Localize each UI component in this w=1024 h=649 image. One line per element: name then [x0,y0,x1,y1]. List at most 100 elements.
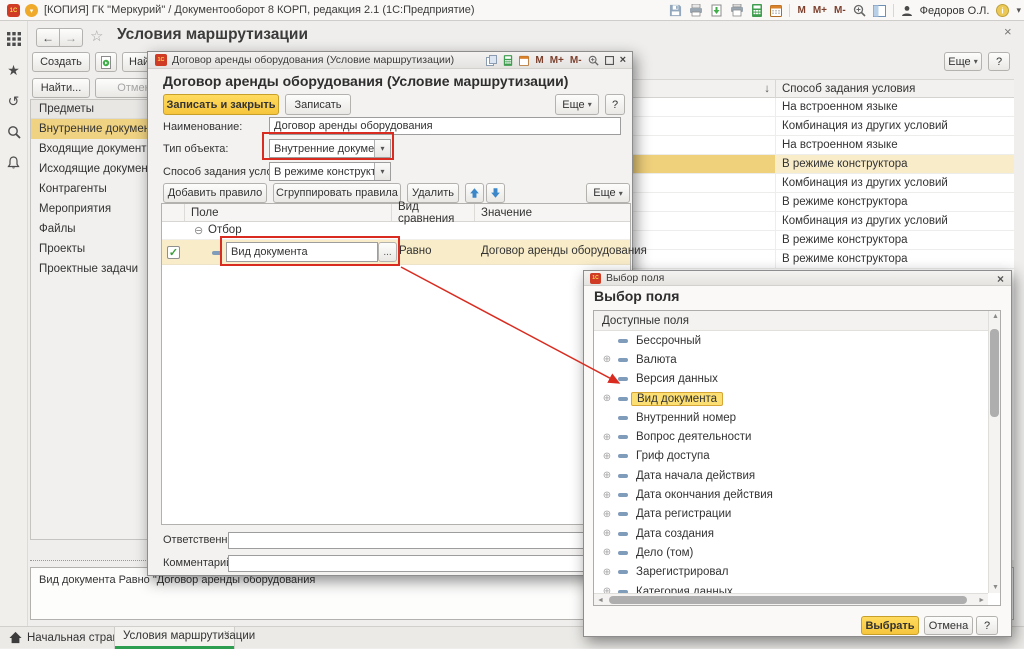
object-type-combo[interactable]: Внутренние документы ▾ [269,139,391,158]
expand-icon[interactable]: ⊕ [600,586,614,593]
field-list-item[interactable]: ⊕Дело (том) [594,543,988,562]
field-list-item[interactable]: ⊕Дата регистрации [594,505,988,524]
scroll-up-icon[interactable]: ▲ [992,313,999,320]
expand-icon[interactable]: ⊕ [600,354,614,365]
memory-m-minus-button[interactable]: M- [570,55,582,66]
copy-link-icon[interactable] [486,55,497,66]
main-menu-icon[interactable] [6,31,22,47]
field-list-item[interactable]: ⊕Дата начала действия [594,466,988,485]
scrollbar-thumb[interactable] [609,596,967,604]
field-list-item[interactable]: ⊕Категория данных [594,582,988,593]
maximize-icon[interactable] [605,56,614,65]
condition-method-combo[interactable]: В режиме конструктора ▾ [269,162,391,181]
more-button[interactable]: Еще▾ [944,52,982,71]
field-list-item[interactable]: ⊕Зарегистрировал [594,563,988,582]
zoom-icon[interactable] [853,4,866,17]
chevron-down-icon[interactable]: ▾ [374,140,390,157]
print-preview-icon[interactable] [710,4,723,17]
help-button[interactable]: ? [605,94,625,115]
scroll-right-icon[interactable]: ► [978,597,985,604]
rules-more-button[interactable]: Еще▾ [586,183,630,203]
close-icon[interactable]: × [620,54,626,66]
expand-icon[interactable]: ⊕ [600,393,614,404]
vertical-scrollbar[interactable]: ▲ ▼ [988,311,1000,593]
create-by-copy-button[interactable] [95,52,117,72]
comparison-column-header[interactable]: Вид сравнения [392,204,475,221]
save-and-close-button[interactable]: Записать и закрыть [163,94,279,115]
expand-icon[interactable]: ⊕ [600,490,614,501]
expand-icon[interactable]: ⊕ [600,451,614,462]
value-column-header[interactable]: Значение [475,204,630,221]
field-list-item[interactable]: ⊕Валюта [594,350,988,369]
chevron-down-icon[interactable]: ▾ [374,163,390,180]
forward-button[interactable]: → [59,28,83,47]
rule-row[interactable]: ✓ Вид документа ... Равно Договор аренды… [162,240,630,265]
calculator-icon[interactable] [503,55,513,66]
tab-close-icon[interactable]: × [224,628,230,640]
favorites-icon[interactable]: ★ [6,62,22,78]
expand-icon[interactable]: ⊕ [600,547,614,558]
memory-m-button[interactable]: M [535,55,543,66]
responsible-input[interactable] [228,532,618,549]
calendar-icon[interactable] [519,55,529,66]
name-input[interactable]: Договор аренды оборудования [269,117,621,135]
expand-icon[interactable]: ⊕ [600,567,614,578]
form-close-icon[interactable]: × [1004,24,1012,39]
calculator-icon[interactable] [751,4,763,17]
close-icon[interactable]: × [997,272,1004,286]
nav-find-button[interactable]: Найти... [32,78,90,98]
session-menu-icon[interactable]: ▾ [25,4,38,17]
save-button[interactable]: Записать [285,94,351,115]
field-column-header[interactable]: Поле [185,204,392,221]
help-button[interactable]: ? [988,52,1010,71]
horizontal-scrollbar[interactable]: ◄ ► [594,593,988,605]
field-list-item[interactable]: ⊕Вид документа [594,389,988,408]
expand-icon[interactable]: ⊕ [600,528,614,539]
expand-icon[interactable]: ⊕ [600,470,614,481]
expand-icon[interactable]: ⊕ [600,432,614,443]
rule-value[interactable]: Договор аренды оборудования [481,245,647,257]
chevron-down-icon[interactable]: ▾ [1016,5,1021,16]
field-list-item[interactable]: ⊕Дата создания [594,524,988,543]
filter-group-row[interactable]: ⊖ Отбор [162,222,630,240]
more-button[interactable]: Еще▾ [555,94,599,115]
zoom-icon[interactable] [588,55,599,66]
print-document-icon[interactable] [730,4,744,17]
help-button[interactable]: ? [976,616,998,635]
scroll-down-icon[interactable]: ▼ [992,584,999,591]
search-icon[interactable] [6,124,22,140]
scroll-left-icon[interactable]: ◄ [597,597,604,604]
expand-icon[interactable]: ⊕ [600,509,614,520]
history-icon[interactable]: ↺ [6,93,22,109]
rule-comparison-value[interactable]: Равно [399,245,432,257]
favorite-star-icon[interactable]: ☆ [90,27,103,45]
field-list-item[interactable]: ⊕Вопрос деятельности [594,427,988,446]
comment-input[interactable] [228,555,618,572]
cancel-button[interactable]: Отмена [924,616,973,635]
field-picker-button[interactable]: ... [378,242,397,262]
current-user[interactable]: Федоров О.Л. [920,5,990,17]
collapse-icon[interactable]: ⊖ [194,224,203,237]
memory-m-minus-button[interactable]: M- [834,5,846,16]
field-list-item[interactable]: Версия данных [594,370,988,389]
method-column-header[interactable]: Способ задания условия [776,80,1014,97]
create-button[interactable]: Создать [32,52,90,72]
info-icon[interactable]: i [996,4,1009,17]
notifications-bell-icon[interactable] [6,155,22,171]
save-icon[interactable] [669,4,682,17]
scrollbar-thumb[interactable] [990,329,999,417]
group-rules-button[interactable]: Сгруппировать правила [273,183,401,203]
field-list-item[interactable]: ⊕Гриф доступа [594,447,988,466]
field-list-item[interactable]: ⊕Дата окончания действия [594,485,988,504]
field-list-item[interactable]: Внутренний номер [594,408,988,427]
move-down-button[interactable] [486,183,505,203]
field-list-item[interactable]: Бессрочный [594,331,988,350]
panel-layout-icon[interactable] [873,5,886,17]
back-button[interactable]: ← [36,28,60,47]
rule-field-input[interactable]: Вид документа [226,242,378,262]
calendar-icon[interactable] [770,4,782,17]
add-rule-button[interactable]: Добавить правило [163,183,267,203]
active-window-tab[interactable]: Условия маршрутизации × [114,627,235,649]
select-button[interactable]: Выбрать [861,616,919,635]
memory-m-plus-button[interactable]: M+ [550,55,564,66]
